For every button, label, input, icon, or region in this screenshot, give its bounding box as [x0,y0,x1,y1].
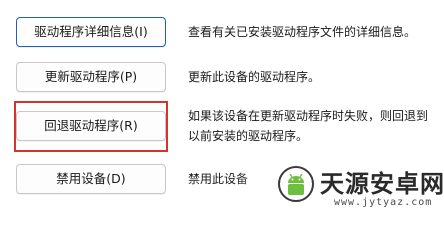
driver-details-button[interactable]: 驱动程序详细信息(I) [16,17,166,47]
roll-back-driver-description-line-1: 如果该设备在更新驱动程序时失败，则回退到 [188,109,429,123]
site-watermark: 天源安卓网 www.jytyaz.com [234,158,444,216]
driver-details-description: 查看有关已安装驱动程序文件的详细信息。 [188,25,417,39]
update-driver-button[interactable]: 更新驱动程序(P) [16,62,166,92]
android-robot-icon [278,166,314,202]
watermark-site-url: www.jytyaz.com [334,197,433,208]
disable-device-button[interactable]: 禁用设备(D) [16,164,166,194]
update-driver-description: 更新此设备的驱动程序。 [188,70,321,84]
watermark-site-name: 天源安卓网 [320,170,444,198]
roll-back-driver-description-line-2: 以前安装的驱动程序。 [188,129,309,143]
roll-back-highlight-box [14,101,168,152]
